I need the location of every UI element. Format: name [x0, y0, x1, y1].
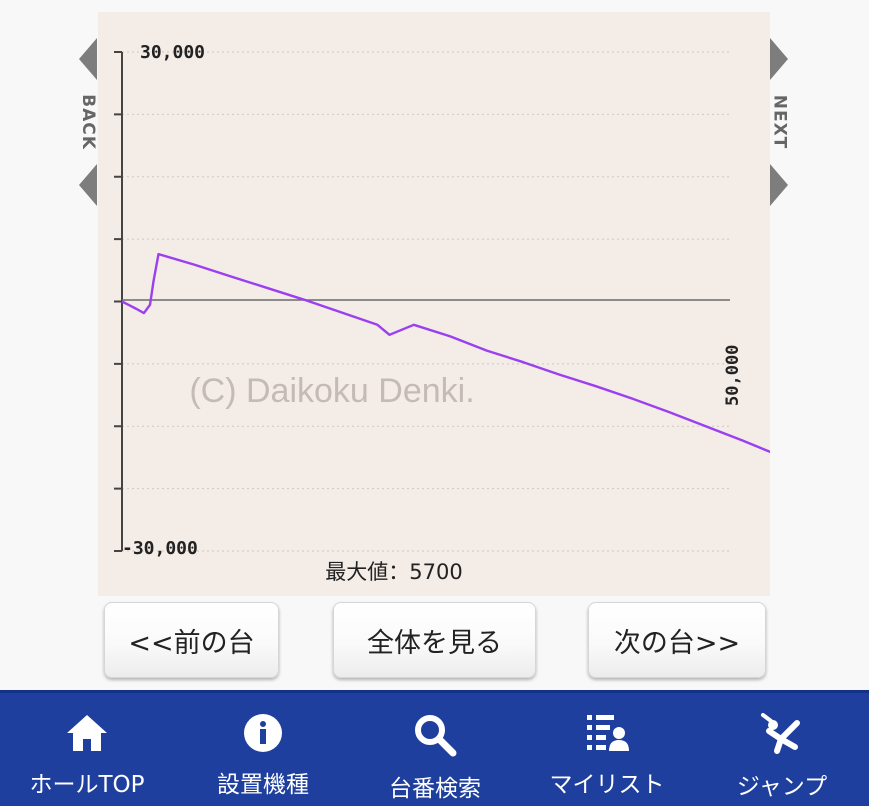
tab-label-hall-top: ホールTOP — [29, 772, 145, 798]
tab-my-list[interactable]: マイリスト — [534, 693, 680, 806]
tab-label-installed-machines: 設置機種 — [217, 772, 309, 798]
back-label[interactable]: BACK — [78, 94, 98, 150]
next-nav[interactable]: NEXT — [769, 38, 789, 206]
back-up-arrow-icon[interactable] — [79, 38, 97, 80]
prev-machine-button[interactable]: <<前の台 — [104, 602, 279, 678]
tab-machine-search[interactable]: 台番検索 — [362, 693, 508, 806]
jump-icon — [761, 713, 800, 754]
max-value-label: 最大値：5700 — [325, 560, 462, 584]
tab-label-jump: ジャンプ — [736, 774, 828, 800]
tab-label-machine-search: 台番検索 — [389, 776, 481, 802]
back-down-arrow-icon[interactable] — [79, 164, 97, 206]
slump-graph-panel: (C) Daikoku Denki. 30,000 -30,000 50,000… — [98, 12, 770, 596]
view-all-button[interactable]: 全体を見る — [333, 602, 536, 678]
slump-chart: (C) Daikoku Denki. 30,000 -30,000 50,000… — [114, 42, 770, 584]
y-tick-label-bottom: -30,000 — [122, 538, 198, 559]
next-down-arrow-icon[interactable] — [770, 164, 788, 206]
chart-watermark: (C) Daikoku Denki. — [189, 372, 474, 410]
search-icon — [415, 715, 457, 757]
next-machine-button[interactable]: 次の台>> — [588, 602, 766, 678]
info-icon — [244, 714, 282, 752]
bottom-tab-bar: ホールTOP 設置機種 台番検索 マイリスト ジャンプ — [0, 690, 869, 806]
x-end-label: 50,000 — [723, 345, 743, 406]
tab-label-my-list: マイリスト — [549, 772, 665, 798]
tab-installed-machines[interactable]: 設置機種 — [190, 693, 336, 806]
back-nav[interactable]: BACK — [78, 38, 98, 206]
tab-hall-top[interactable]: ホールTOP — [14, 693, 160, 806]
y-tick-label-top: 30,000 — [140, 42, 205, 63]
tab-jump[interactable]: ジャンプ — [709, 693, 855, 806]
home-icon — [67, 715, 107, 751]
mylist-icon — [587, 715, 629, 751]
next-up-arrow-icon[interactable] — [770, 38, 788, 80]
next-label[interactable]: NEXT — [769, 95, 789, 150]
